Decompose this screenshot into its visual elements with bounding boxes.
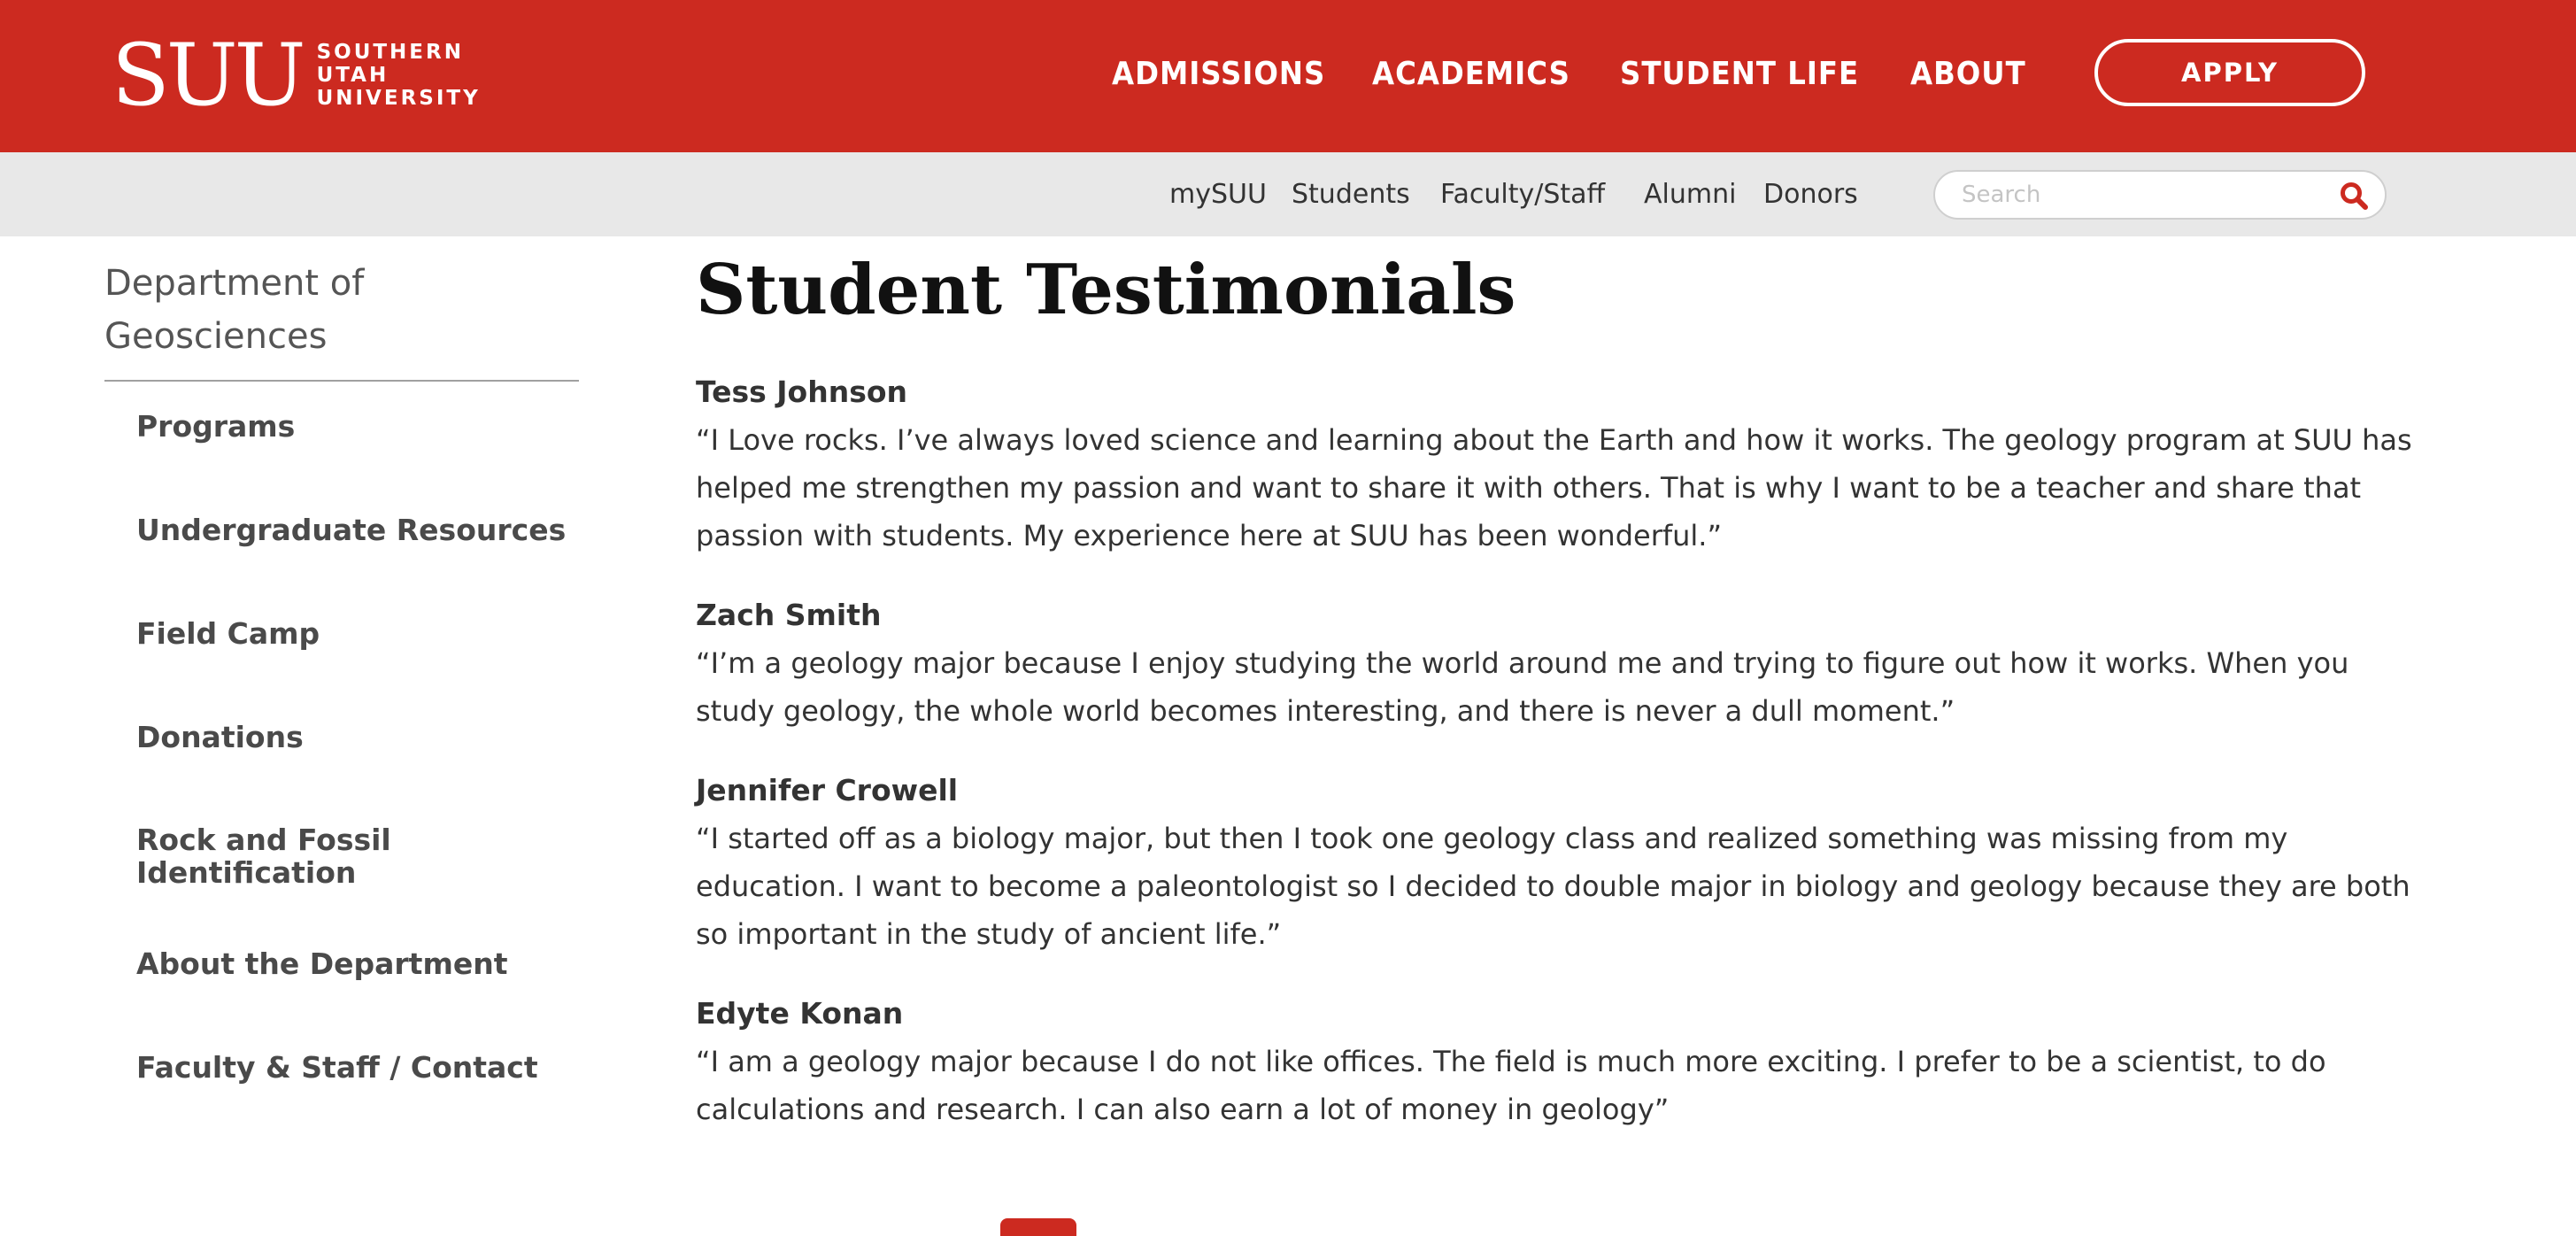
- page-title: Student Testimonials: [696, 250, 1516, 330]
- testimonial-name: Zach Smith: [696, 598, 882, 632]
- testimonial: Jennifer Crowell “I started off as a bio…: [696, 767, 2413, 958]
- nav-about[interactable]: ABOUT: [1910, 42, 2026, 106]
- testimonial-quote: “I started off as a biology major, but t…: [696, 822, 2410, 951]
- sidebar-title[interactable]: Department of Geosciences: [104, 257, 565, 363]
- apply-button[interactable]: APPLY: [2094, 39, 2365, 106]
- nav-student-life[interactable]: STUDENT LIFE: [1620, 42, 1859, 106]
- sidebar-item-undergraduate-resources[interactable]: Undergraduate Resources: [136, 514, 579, 546]
- utility-link-donors[interactable]: Donors: [1763, 152, 1858, 236]
- sidebar-item-rock-fossil-identification[interactable]: Rock and Fossil Identification: [136, 823, 402, 889]
- nav-academics[interactable]: ACADEMICS: [1372, 42, 1570, 106]
- search-input[interactable]: [1962, 177, 2316, 212]
- testimonial-quote: “I am a geology major because I do not l…: [696, 1045, 2326, 1126]
- testimonial-quote: “I Love rocks. I’ve always loved science…: [696, 423, 2412, 552]
- search-icon[interactable]: [2339, 181, 2369, 211]
- utility-link-students[interactable]: Students: [1292, 152, 1410, 236]
- utility-link-alumni[interactable]: Alumni: [1644, 152, 1736, 236]
- utility-link-mysuu[interactable]: mySUU: [1169, 152, 1267, 236]
- sidebar-item-donations[interactable]: Donations: [136, 721, 579, 753]
- sidebar-item-faculty-staff-contact[interactable]: Faculty & Staff / Contact: [136, 1051, 579, 1084]
- utility-bar: mySUU Students Faculty/Staff Alumni Dono…: [0, 152, 2576, 236]
- sidebar-item-programs[interactable]: Programs: [136, 410, 579, 443]
- bottom-red-tab[interactable]: [1000, 1218, 1076, 1236]
- testimonial-quote: “I’m a geology major because I enjoy stu…: [696, 646, 2349, 728]
- search-box: [1933, 170, 2387, 220]
- testimonial-name: Edyte Konan: [696, 996, 904, 1031]
- testimonial-name: Jennifer Crowell: [696, 773, 959, 807]
- sidebar-item-about-department[interactable]: About the Department: [136, 947, 579, 980]
- sidebar-divider: [104, 380, 579, 382]
- testimonial: Zach Smith “I’m a geology major because …: [696, 591, 2413, 735]
- testimonial: Edyte Konan “I am a geology major becaus…: [696, 990, 2413, 1133]
- site-header: SUU SOUTHERN UTAH UNIVERSITY ADMISSIONS …: [0, 0, 2576, 152]
- nav-admissions[interactable]: ADMISSIONS: [1112, 42, 1325, 106]
- utility-link-faculty-staff[interactable]: Faculty/Staff: [1440, 152, 1605, 236]
- testimonial-name: Tess Johnson: [696, 375, 908, 409]
- sidebar-item-field-camp[interactable]: Field Camp: [136, 617, 579, 650]
- testimonial: Tess Johnson “I Love rocks. I’ve always …: [696, 368, 2413, 560]
